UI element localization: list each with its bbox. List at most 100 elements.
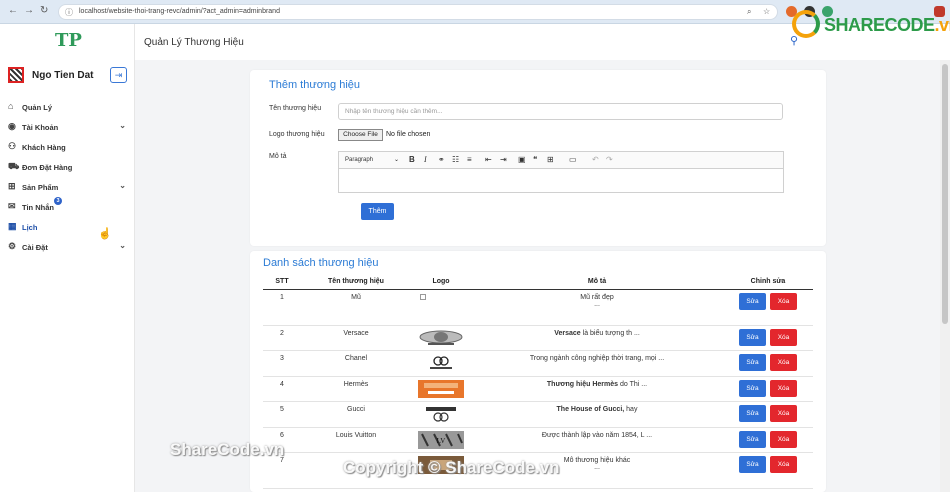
table-row: 6 Louis Vuitton LV Được thành lập vào nă… xyxy=(263,427,813,453)
sidebar-item-label: Tài Khoản xyxy=(22,123,59,132)
redo-icon[interactable]: ↷ xyxy=(606,155,613,164)
delete-button[interactable]: Xóa xyxy=(770,354,797,371)
bookmark-star-icon[interactable]: ☆ xyxy=(763,7,770,16)
brand-name: Chanel xyxy=(301,350,411,377)
add-brand-button[interactable]: Thêm xyxy=(361,203,394,220)
sidebar-item-tai-khoan[interactable]: ◉ Tài Khoản ⌄ xyxy=(8,120,130,140)
brand-table: STT Tên thương hiệu Logo Mô tả Chỉnh sửa… xyxy=(263,274,813,489)
numbered-list-icon[interactable]: ≡ xyxy=(467,155,472,164)
brand-logo[interactable]: TP xyxy=(55,30,82,51)
bold-icon[interactable]: B xyxy=(409,155,415,164)
brand-name-label: Tên thương hiệu xyxy=(269,105,322,112)
brand-name-input[interactable]: Nhập tên thương hiệu cần thêm... xyxy=(338,103,783,120)
outdent-icon[interactable]: ⇤ xyxy=(485,155,492,164)
row-actions: Sửa Xóa xyxy=(723,350,813,377)
brand-description: Versace là biểu tượng th ... xyxy=(471,325,723,351)
bulleted-list-icon[interactable]: ☷ xyxy=(452,155,459,164)
brand-logo xyxy=(411,325,471,351)
watermark-logo-text: SHARECODE.vn xyxy=(824,15,950,36)
logout-button[interactable]: ⇥ xyxy=(110,67,127,83)
reload-icon[interactable]: ↻ xyxy=(40,5,48,16)
paragraph-style-select[interactable]: Paragraph xyxy=(345,157,373,163)
louis-vuitton-logo-image: LV xyxy=(418,430,464,449)
row-index: 2 xyxy=(263,325,301,351)
delete-button[interactable]: Xóa xyxy=(770,430,797,448)
chanel-logo-image xyxy=(430,356,452,369)
table-row: 1 Mũ Mũ rất đẹp... Sửa Xóa xyxy=(263,289,813,326)
row-actions: Sửa Xóa xyxy=(723,289,813,326)
table-row: 2 Versace Versace là biểu tượng th ... S… xyxy=(263,325,813,351)
address-bar[interactable]: ⓘ localhost/website-thoi-trang-revc/admi… xyxy=(58,4,778,20)
sidebar-item-cai-dat[interactable]: ⚙ Cài Đặt ⌄ xyxy=(8,240,130,260)
table-row: 5 Gucci The House of Gucci, hay Sửa Xóa xyxy=(263,401,813,428)
zoom-icon[interactable]: ⌕ xyxy=(747,7,751,17)
sidebar-item-label: Khách Hàng xyxy=(22,143,66,152)
brand-logo xyxy=(411,350,471,377)
page-title: Quản Lý Thương Hiệu xyxy=(144,37,244,48)
edit-button[interactable]: Sửa xyxy=(739,379,766,397)
brand-description: Mũ rất đẹp... xyxy=(471,289,723,326)
choose-file-button[interactable]: Choose File xyxy=(338,129,383,141)
sharecode-watermark-logo: SHARECODE.vn xyxy=(790,8,950,44)
notification-badge: 3 xyxy=(54,197,62,205)
row-actions: Sửa Xóa xyxy=(723,325,813,351)
delete-button[interactable]: Xóa xyxy=(770,405,797,422)
description-text: Được thành lập vào năm 1854, L ... xyxy=(541,431,653,439)
sidebar-item-khach-hang[interactable]: ⚇ Khách Hàng xyxy=(8,140,130,160)
scrollbar-thumb[interactable] xyxy=(942,64,948,324)
mouse-cursor-icon: ☝ xyxy=(98,228,112,240)
table-icon[interactable]: ⊞ xyxy=(547,155,554,164)
description-text: Trong ngành công nghiệp thời trang, mọi … xyxy=(529,355,665,362)
edit-button[interactable]: Sửa xyxy=(739,430,766,448)
scrollbar[interactable] xyxy=(940,60,950,492)
user-panel: Ngo Tien Dat ⇥ xyxy=(8,67,128,85)
edit-button[interactable]: Sửa xyxy=(739,328,766,346)
cart-icon: ⛟ xyxy=(8,161,20,171)
brand-name: Gucci xyxy=(301,401,411,428)
site-info-icon[interactable]: ⓘ xyxy=(65,7,73,18)
sidebar: TP Ngo Tien Dat ⇥ ⌂ Quản Lý ◉ Tài Khoản … xyxy=(0,24,135,492)
sidebar-item-tin-nhan[interactable]: ✉ Tin Nhắn 3 xyxy=(8,197,130,220)
chevron-down-icon: ⌄ xyxy=(119,121,126,130)
gucci-logo-image xyxy=(426,407,456,422)
brand-logo xyxy=(411,401,471,428)
edit-button[interactable]: Sửa xyxy=(739,405,766,422)
forward-icon[interactable]: → xyxy=(24,5,34,16)
media-icon[interactable]: ▭ xyxy=(569,155,577,164)
row-index: 3 xyxy=(263,350,301,377)
sidebar-item-don-dat-hang[interactable]: ⛟ Đơn Đặt Hàng xyxy=(8,160,130,180)
brand-list-card: Danh sách thương hiệu STT Tên thương hiệ… xyxy=(250,251,826,492)
row-actions: Sửa Xóa xyxy=(723,427,813,453)
sidebar-item-san-pham[interactable]: ⊞ Sản Phẩm ⌄ xyxy=(8,180,130,200)
gear-icon: ⚙ xyxy=(8,241,17,251)
description-bold: The House of Gucci, xyxy=(556,406,625,413)
column-header: Chỉnh sửa xyxy=(723,274,813,290)
delete-button[interactable]: Xóa xyxy=(770,292,797,310)
edit-button[interactable]: Sửa xyxy=(739,292,766,310)
undo-icon[interactable]: ↶ xyxy=(592,155,599,164)
italic-icon[interactable]: I xyxy=(424,155,427,164)
image-icon[interactable]: ▣ xyxy=(518,155,526,164)
table-row: 3 Chanel Trong ngành công nghiệp thời tr… xyxy=(263,350,813,377)
avatar xyxy=(8,67,24,83)
row-index: 4 xyxy=(263,376,301,402)
brand-list-title: Danh sách thương hiệu xyxy=(263,257,379,269)
sidebar-item-quan-ly[interactable]: ⌂ Quản Lý xyxy=(8,100,130,120)
brand-description: Trong ngành công nghiệp thời trang, mọi … xyxy=(471,350,723,377)
brand-logo xyxy=(411,376,471,402)
back-icon[interactable]: ← xyxy=(8,5,18,16)
edit-button[interactable]: Sửa xyxy=(739,456,766,473)
blockquote-icon[interactable]: ❝ xyxy=(533,155,537,164)
description-editor[interactable]: Paragraph ⌄ B I ⚭ ☷ ≡ ⇤ ⇥ ▣ ❝ ⊞ ▭ ↶ ↷ xyxy=(338,151,784,193)
row-actions: Sửa Xóa xyxy=(723,376,813,402)
watermark-text: ShareCode.vn xyxy=(170,440,285,459)
link-icon[interactable]: ⚭ xyxy=(438,155,445,164)
indent-icon[interactable]: ⇥ xyxy=(500,155,507,164)
column-header: Tên thương hiệu xyxy=(301,274,411,290)
edit-button[interactable]: Sửa xyxy=(739,354,766,371)
delete-button[interactable]: Xóa xyxy=(770,456,797,473)
delete-button[interactable]: Xóa xyxy=(770,379,797,397)
delete-button[interactable]: Xóa xyxy=(770,328,797,346)
url-text: localhost/website-thoi-trang-revc/admin/… xyxy=(79,8,280,15)
description-label: Mô tả xyxy=(269,153,287,160)
